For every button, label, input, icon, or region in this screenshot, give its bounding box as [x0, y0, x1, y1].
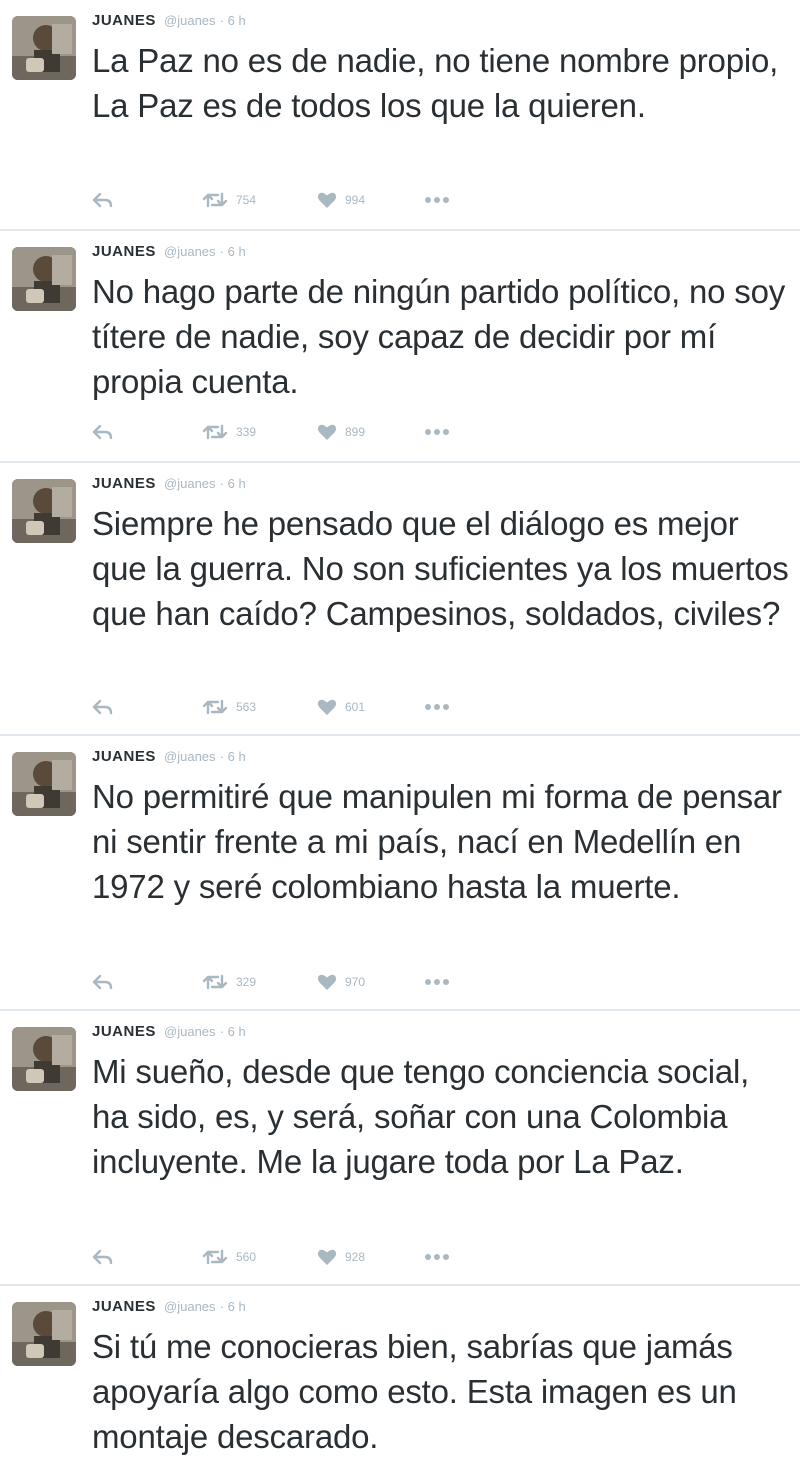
reply-button[interactable] [92, 188, 114, 212]
retweet-count: 754 [236, 193, 257, 207]
tweet-actions: 563 601 [92, 695, 492, 719]
like-button[interactable]: 970 [317, 970, 365, 994]
like-count: 970 [345, 975, 366, 989]
tweet-header: JUANES @juanes · 6 h [92, 475, 246, 492]
more-icon [425, 704, 449, 710]
reply-button[interactable] [92, 420, 114, 444]
author-name[interactable]: JUANES [92, 1298, 156, 1315]
tweet-header: JUANES @juanes · 6 h [92, 243, 246, 260]
tweet: JUANES @juanes · 6 h Si tú me conocieras… [0, 1286, 800, 1469]
author-name[interactable]: JUANES [92, 1023, 156, 1040]
author-handle[interactable]: @juanes [164, 13, 216, 28]
tweet-text: Siempre he pensado que el diálogo es mej… [92, 505, 789, 632]
tweet-actions: 339 899 [92, 420, 492, 444]
reply-icon [92, 424, 113, 440]
like-count: 928 [345, 1250, 366, 1264]
author-handle[interactable]: @juanes [164, 476, 216, 491]
like-button[interactable]: 928 [317, 1245, 365, 1269]
more-icon [425, 1254, 449, 1260]
author-name[interactable]: JUANES [92, 243, 156, 260]
retweet-button[interactable]: 339 [202, 420, 256, 444]
tweet: JUANES @juanes · 6 h No permitiré que ma… [0, 736, 800, 1011]
like-count: 994 [345, 193, 366, 207]
tweet-text: No hago parte de ningún partido político… [92, 273, 786, 400]
heart-icon [317, 1249, 337, 1265]
tweet-text: La Paz no es de nadie, no tiene nombre p… [92, 42, 779, 124]
avatar[interactable] [12, 1302, 76, 1366]
more-icon [425, 429, 449, 435]
more-button[interactable] [424, 420, 450, 444]
retweet-icon [202, 1249, 228, 1265]
tweet-text: Mi sueño, desde que tengo conciencia soc… [92, 1053, 750, 1180]
tweet: JUANES @juanes · 6 h La Paz no es de nad… [0, 0, 800, 231]
like-count: 601 [345, 700, 366, 714]
more-button[interactable] [424, 188, 450, 212]
avatar[interactable] [12, 1027, 76, 1091]
heart-icon [317, 699, 337, 715]
heart-icon [317, 974, 337, 990]
tweet: JUANES @juanes · 6 h Siempre he pensado … [0, 463, 800, 736]
tweet-actions: 329 970 [92, 970, 492, 994]
more-button[interactable] [424, 1245, 450, 1269]
like-button[interactable]: 601 [317, 695, 365, 719]
retweet-count: 329 [236, 975, 257, 989]
tweet-actions: 754 994 [92, 188, 492, 212]
tweet-time[interactable]: · 6 h [220, 1299, 246, 1314]
tweet-time[interactable]: · 6 h [220, 749, 246, 764]
tweet-time[interactable]: · 6 h [220, 476, 246, 491]
reply-button[interactable] [92, 695, 114, 719]
author-handle[interactable]: @juanes [164, 749, 216, 764]
reply-button[interactable] [92, 970, 114, 994]
tweet: JUANES @juanes · 6 h Mi sueño, desde que… [0, 1011, 800, 1286]
avatar[interactable] [12, 752, 76, 816]
author-handle[interactable]: @juanes [164, 1024, 216, 1039]
retweet-count: 339 [236, 425, 257, 439]
author-name[interactable]: JUANES [92, 475, 156, 492]
like-button[interactable]: 899 [317, 420, 365, 444]
author-handle[interactable]: @juanes [164, 244, 216, 259]
reply-icon [92, 192, 113, 208]
author-handle[interactable]: @juanes [164, 1299, 216, 1314]
retweet-button[interactable]: 560 [202, 1245, 256, 1269]
tweet-time[interactable]: · 6 h [220, 13, 246, 28]
heart-icon [317, 192, 337, 208]
retweet-button[interactable]: 563 [202, 695, 256, 719]
tweet-time[interactable]: · 6 h [220, 1024, 246, 1039]
tweet-header: JUANES @juanes · 6 h [92, 1023, 246, 1040]
more-icon [425, 197, 449, 203]
tweet-time[interactable]: · 6 h [220, 244, 246, 259]
tweet-header: JUANES @juanes · 6 h [92, 12, 246, 29]
retweet-button[interactable]: 329 [202, 970, 256, 994]
tweet-header: JUANES @juanes · 6 h [92, 748, 246, 765]
retweet-icon [202, 192, 228, 208]
like-count: 899 [345, 425, 366, 439]
tweet-header: JUANES @juanes · 6 h [92, 1298, 246, 1315]
avatar[interactable] [12, 479, 76, 543]
reply-icon [92, 974, 113, 990]
tweet-text: No permitiré que manipulen mi forma de p… [92, 778, 782, 905]
retweet-icon [202, 424, 228, 440]
more-button[interactable] [424, 695, 450, 719]
retweet-count: 560 [236, 1250, 257, 1264]
like-button[interactable]: 994 [317, 188, 365, 212]
tweet-actions: 560 928 [92, 1245, 492, 1269]
avatar[interactable] [12, 16, 76, 80]
avatar[interactable] [12, 247, 76, 311]
more-button[interactable] [424, 970, 450, 994]
reply-icon [92, 1249, 113, 1265]
author-name[interactable]: JUANES [92, 12, 156, 29]
reply-button[interactable] [92, 1245, 114, 1269]
retweet-button[interactable]: 754 [202, 188, 256, 212]
tweet: JUANES @juanes · 6 h No hago parte de ni… [0, 231, 800, 463]
retweet-count: 563 [236, 700, 257, 714]
heart-icon [317, 424, 337, 440]
retweet-icon [202, 974, 228, 990]
retweet-icon [202, 699, 228, 715]
author-name[interactable]: JUANES [92, 748, 156, 765]
tweet-text: Si tú me conocieras bien, sabrías que ja… [92, 1328, 737, 1455]
more-icon [425, 979, 449, 985]
reply-icon [92, 699, 113, 715]
